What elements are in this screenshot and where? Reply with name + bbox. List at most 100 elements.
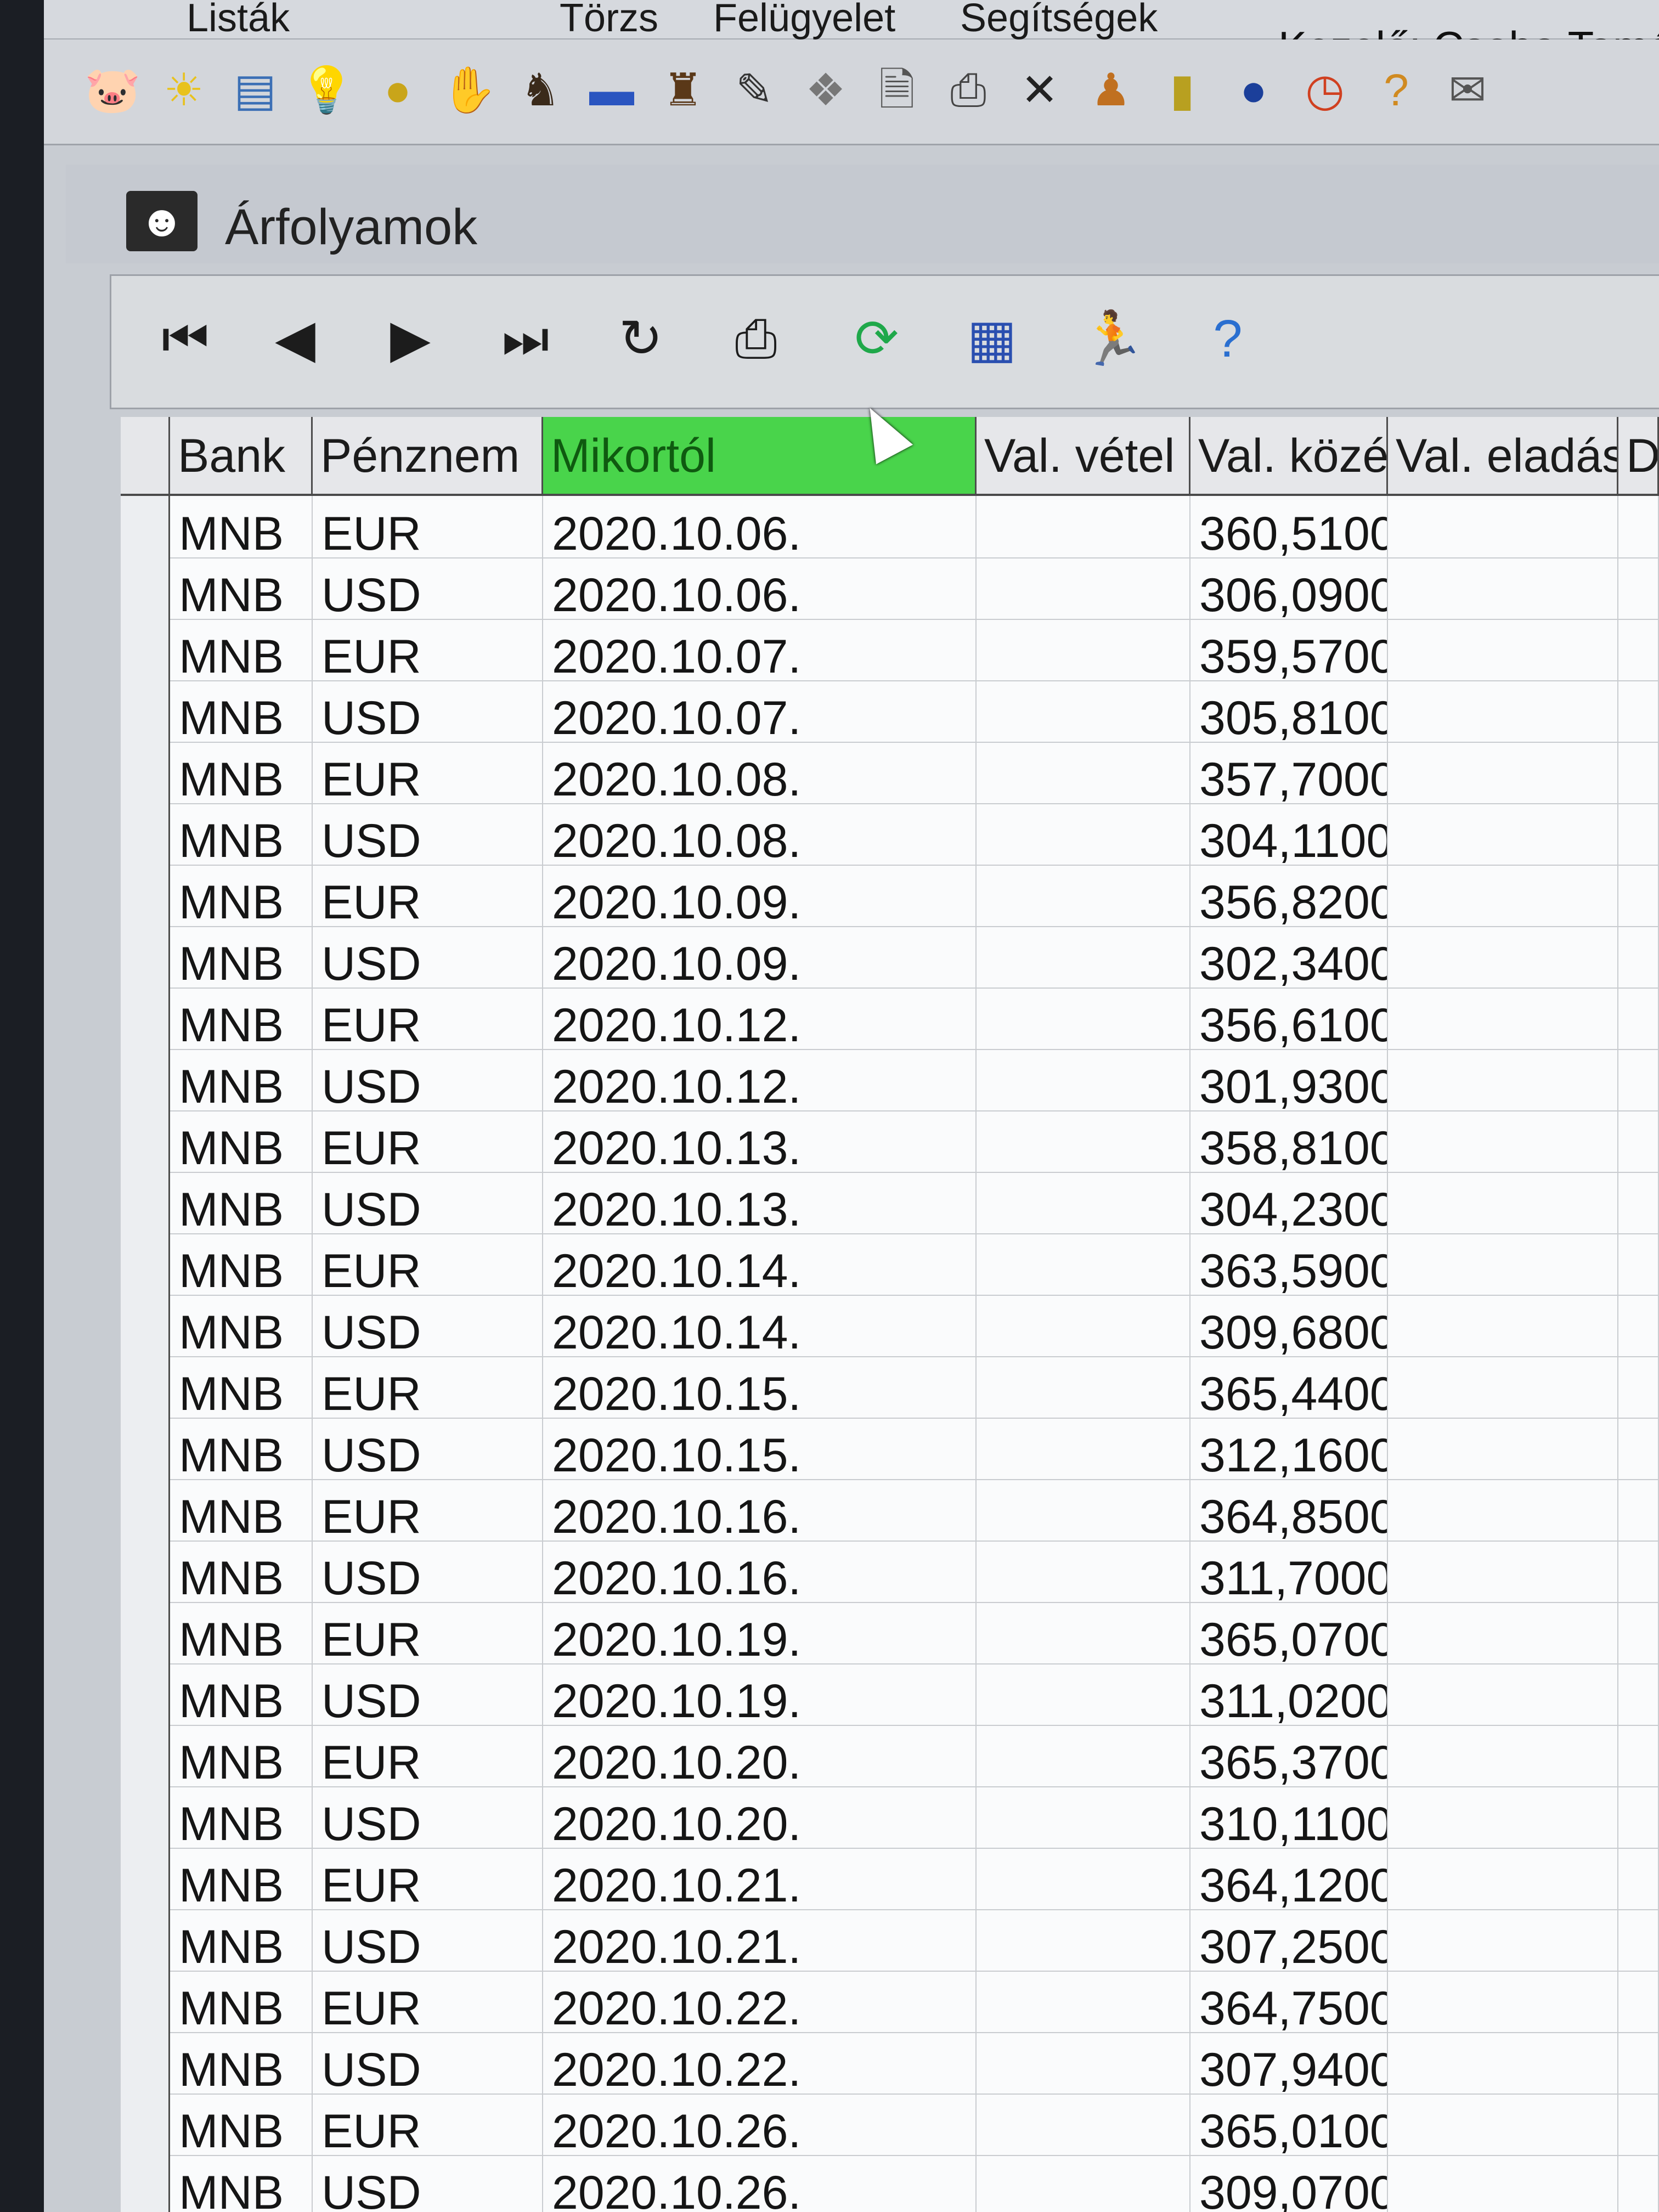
cell-mikortol[interactable]: 2020.10.20.	[543, 1725, 977, 1786]
row-indicator[interactable]	[121, 865, 170, 926]
cell-mikortol[interactable]: 2020.10.15.	[543, 1418, 977, 1479]
cell-val-eladasi[interactable]	[1388, 1725, 1618, 1786]
cell-val-vetel[interactable]	[977, 2032, 1190, 2094]
cell-val-kozep[interactable]: 309,6800	[1190, 1295, 1388, 1356]
cell-val-vetel[interactable]	[977, 1848, 1190, 1909]
row-indicator[interactable]	[121, 2094, 170, 2155]
cell-mikortol[interactable]: 2020.10.19.	[543, 1663, 977, 1725]
book-icon[interactable]: ▮	[1152, 60, 1212, 121]
header-val-kozep[interactable]: Val. közép	[1190, 417, 1388, 494]
cell-d[interactable]	[1618, 1110, 1659, 1172]
cell-mikortol[interactable]: 2020.10.08.	[543, 742, 977, 803]
row-indicator[interactable]	[121, 742, 170, 803]
cell-val-eladasi[interactable]	[1388, 803, 1618, 865]
cell-bank[interactable]: MNB	[170, 742, 313, 803]
cell-mikortol[interactable]: 2020.10.06.	[543, 557, 977, 619]
cell-val-vetel[interactable]	[977, 2155, 1190, 2212]
row-indicator[interactable]	[121, 1786, 170, 1848]
row-indicator[interactable]	[121, 1295, 170, 1356]
row-indicator[interactable]	[121, 2032, 170, 2094]
cell-val-vetel[interactable]	[977, 1909, 1190, 1971]
cell-val-kozep[interactable]: 358,8100	[1190, 1110, 1388, 1172]
row-indicator[interactable]	[121, 1356, 170, 1418]
document-search-icon[interactable]: 🗎	[867, 60, 927, 121]
cell-d[interactable]	[1618, 557, 1659, 619]
car-icon[interactable]: ▬	[582, 60, 642, 121]
globe-icon[interactable]: ●	[1223, 60, 1284, 121]
cell-val-eladasi[interactable]	[1388, 1663, 1618, 1725]
cell-val-vetel[interactable]	[977, 557, 1190, 619]
cell-bank[interactable]: MNB	[170, 1786, 313, 1848]
cell-bank[interactable]: MNB	[170, 557, 313, 619]
cell-d[interactable]	[1618, 1172, 1659, 1233]
row-indicator[interactable]	[121, 557, 170, 619]
cell-mikortol[interactable]: 2020.10.16.	[543, 1479, 977, 1541]
table-row[interactable]: MNB USD 2020.10.19. 311,0200	[121, 1663, 1659, 1726]
cell-val-eladasi[interactable]	[1388, 619, 1618, 680]
first-icon[interactable]: ⏮	[150, 303, 221, 375]
cell-penznem[interactable]: EUR	[313, 988, 543, 1049]
calendar-icon[interactable]: ▦	[956, 303, 1028, 375]
cell-penznem[interactable]: USD	[313, 1418, 543, 1479]
cell-penznem[interactable]: EUR	[313, 2094, 543, 2155]
cell-mikortol[interactable]: 2020.10.15.	[543, 1356, 977, 1418]
row-indicator[interactable]	[121, 1602, 170, 1663]
cell-d[interactable]	[1618, 2155, 1659, 2212]
row-indicator[interactable]	[121, 619, 170, 680]
cell-val-eladasi[interactable]	[1388, 1110, 1618, 1172]
cell-bank[interactable]: MNB	[170, 680, 313, 742]
cell-val-kozep[interactable]: 312,1600	[1190, 1418, 1388, 1479]
cell-val-vetel[interactable]	[977, 2094, 1190, 2155]
table-row[interactable]: MNB EUR 2020.10.15. 365,4400	[121, 1356, 1659, 1419]
row-indicator[interactable]	[121, 1663, 170, 1725]
cell-mikortol[interactable]: 2020.10.14.	[543, 1295, 977, 1356]
cell-val-kozep[interactable]: 356,8200	[1190, 865, 1388, 926]
cell-d[interactable]	[1618, 496, 1659, 557]
cell-d[interactable]	[1618, 742, 1659, 803]
cell-d[interactable]	[1618, 619, 1659, 680]
cell-val-eladasi[interactable]	[1388, 1356, 1618, 1418]
cell-mikortol[interactable]: 2020.10.21.	[543, 1909, 977, 1971]
row-indicator[interactable]	[121, 1418, 170, 1479]
person-icon[interactable]: ♟	[1081, 60, 1141, 121]
table-row[interactable]: MNB USD 2020.10.21. 307,2500	[121, 1909, 1659, 1972]
cell-bank[interactable]: MNB	[170, 1909, 313, 1971]
cell-penznem[interactable]: EUR	[313, 1479, 543, 1541]
help-icon[interactable]: ?	[1366, 60, 1426, 121]
cell-val-eladasi[interactable]	[1388, 496, 1618, 557]
help-icon[interactable]: ?	[1192, 303, 1263, 375]
bear-icon[interactable]: ♞	[510, 60, 571, 121]
cell-val-vetel[interactable]	[977, 988, 1190, 1049]
table-row[interactable]: MNB EUR 2020.10.07. 359,5700	[121, 619, 1659, 681]
cell-bank[interactable]: MNB	[170, 1356, 313, 1418]
table-row[interactable]: MNB USD 2020.10.26. 309,0700	[121, 2155, 1659, 2212]
cell-bank[interactable]: MNB	[170, 1725, 313, 1786]
cell-penznem[interactable]: USD	[313, 926, 543, 988]
cell-penznem[interactable]: EUR	[313, 1233, 543, 1295]
cell-bank[interactable]: MNB	[170, 1110, 313, 1172]
cell-val-eladasi[interactable]	[1388, 865, 1618, 926]
cell-mikortol[interactable]: 2020.10.12.	[543, 1049, 977, 1110]
cell-val-eladasi[interactable]	[1388, 988, 1618, 1049]
table-row[interactable]: MNB USD 2020.10.13. 304,2300	[121, 1172, 1659, 1234]
cell-bank[interactable]: MNB	[170, 1172, 313, 1233]
cell-val-kozep[interactable]: 309,0700	[1190, 2155, 1388, 2212]
cell-mikortol[interactable]: 2020.10.06.	[543, 496, 977, 557]
cell-val-eladasi[interactable]	[1388, 742, 1618, 803]
cell-penznem[interactable]: EUR	[313, 496, 543, 557]
cell-val-kozep[interactable]: 365,3700	[1190, 1725, 1388, 1786]
cell-penznem[interactable]: USD	[313, 1049, 543, 1110]
cell-mikortol[interactable]: 2020.10.07.	[543, 619, 977, 680]
cell-mikortol[interactable]: 2020.10.16.	[543, 1541, 977, 1602]
cell-bank[interactable]: MNB	[170, 803, 313, 865]
cell-d[interactable]	[1618, 1233, 1659, 1295]
row-indicator[interactable]	[121, 988, 170, 1049]
row-indicator[interactable]	[121, 680, 170, 742]
cell-mikortol[interactable]: 2020.10.14.	[543, 1233, 977, 1295]
cell-val-kozep[interactable]: 363,5900	[1190, 1233, 1388, 1295]
cell-val-eladasi[interactable]	[1388, 1541, 1618, 1602]
cell-bank[interactable]: MNB	[170, 1971, 313, 2032]
cell-val-eladasi[interactable]	[1388, 926, 1618, 988]
row-indicator[interactable]	[121, 1233, 170, 1295]
header-penznem[interactable]: Pénznem	[313, 417, 543, 494]
